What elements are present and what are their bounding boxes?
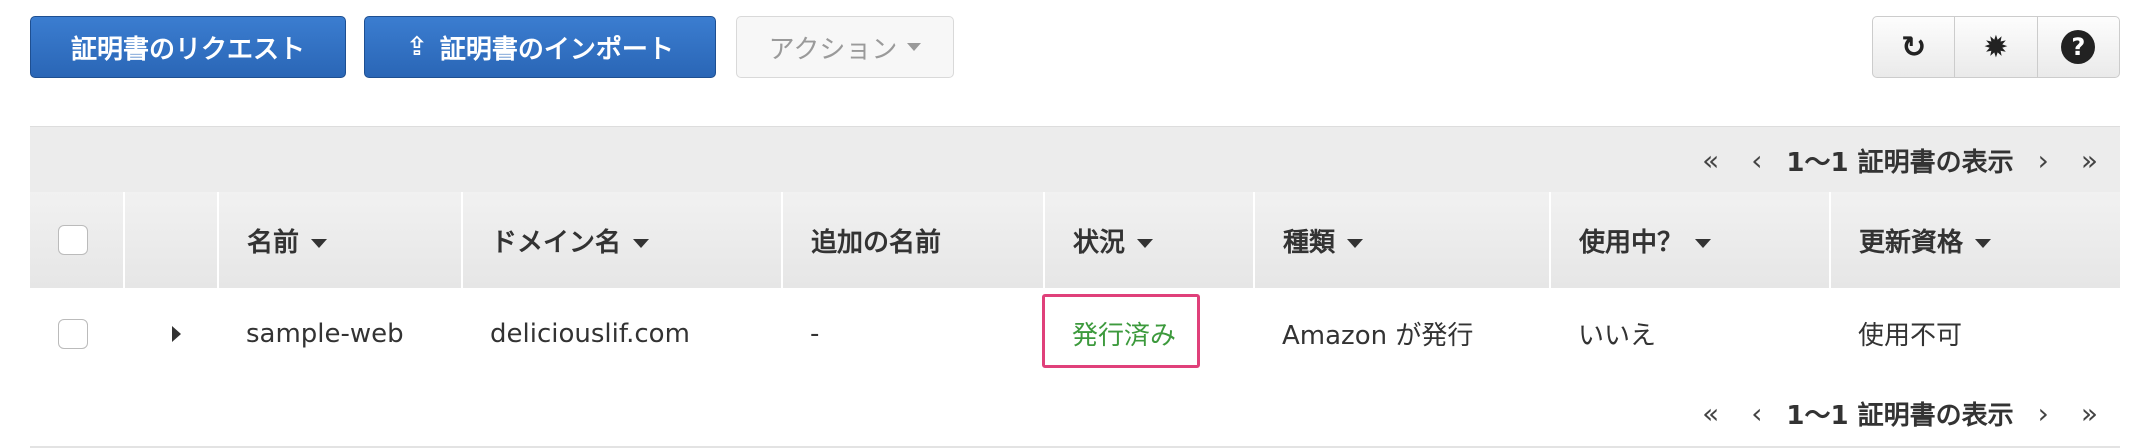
actions-dropdown[interactable]: アクション — [736, 16, 954, 78]
row-select-cell — [30, 288, 124, 381]
upload-icon: ⇪ — [406, 32, 428, 62]
sort-caret-icon — [311, 238, 328, 248]
column-name-label: 名前 — [247, 227, 300, 258]
request-certificate-button[interactable]: 証明書のリクエスト — [30, 16, 346, 78]
cell-additional: - — [782, 288, 1044, 381]
column-domain-label: ドメイン名 — [491, 227, 622, 258]
row-expand-cell[interactable] — [124, 288, 218, 381]
column-header-type[interactable]: 種類 — [1254, 192, 1551, 288]
chevron-down-icon — [907, 43, 922, 51]
refresh-button[interactable]: ↻ — [1873, 17, 1956, 77]
sort-caret-icon — [1347, 238, 1364, 248]
first-page-icon[interactable]: « — [1686, 397, 1735, 430]
cell-name: sample-web — [218, 288, 462, 381]
first-page-icon[interactable]: « — [1686, 144, 1735, 177]
expand-row-icon[interactable] — [172, 325, 181, 342]
table-row[interactable]: sample-web deliciouslif.com - 発行済み Amazo… — [30, 288, 2120, 381]
column-header-renewal[interactable]: 更新資格 — [1830, 192, 2120, 288]
expand-header-cell — [124, 192, 219, 288]
next-page-icon[interactable]: › — [2022, 397, 2065, 430]
column-status-label: 状況 — [1073, 227, 1126, 258]
certificates-table: 名前 ドメイン名 追加の名前 状況 種類 使用中？ 更新資格 sample-we… — [30, 192, 2120, 381]
column-header-domain[interactable]: ドメイン名 — [462, 192, 783, 288]
request-certificate-label: 証明書のリクエスト — [70, 34, 305, 65]
select-all-checkbox[interactable] — [58, 225, 88, 256]
prev-page-icon[interactable]: ‹ — [1735, 397, 1778, 430]
import-certificate-button[interactable]: ⇪ 証明書のインポート — [364, 16, 716, 78]
sort-caret-icon — [1975, 238, 1992, 248]
row-checkbox[interactable] — [58, 319, 88, 349]
pagination-top: « ‹ 1〜1 証明書の表示 › » — [30, 126, 2120, 193]
page-count-label: 1〜1 証明書の表示 — [1786, 400, 2014, 431]
last-page-icon[interactable]: » — [2065, 144, 2120, 177]
settings-button[interactable]: ✹ — [1955, 17, 2038, 77]
cell-type: Amazon が発行 — [1254, 288, 1550, 381]
actions-label: アクション — [768, 34, 898, 65]
toolbar-icons: ↻ ✹ ? — [1872, 16, 2120, 78]
help-button[interactable]: ? — [2038, 17, 2119, 77]
select-all-cell — [30, 192, 125, 288]
import-certificate-label: 証明書のインポート — [439, 34, 674, 65]
highlight-box — [1042, 294, 1200, 368]
refresh-icon: ↻ — [1901, 29, 1927, 65]
column-header-additional: 追加の名前 — [782, 192, 1045, 288]
prev-page-icon[interactable]: ‹ — [1735, 144, 1778, 177]
next-page-icon[interactable]: › — [2022, 144, 2065, 177]
help-icon: ? — [2061, 30, 2096, 64]
cell-renewal: 使用不可 — [1830, 288, 2120, 381]
page-count-label: 1〜1 証明書の表示 — [1786, 147, 2014, 178]
cell-domain: deliciouslif.com — [462, 288, 782, 381]
column-in-use-label: 使用中？ — [1579, 227, 1684, 258]
column-header-name[interactable]: 名前 — [218, 192, 463, 288]
sort-caret-icon — [1695, 238, 1712, 248]
column-additional-label: 追加の名前 — [811, 227, 942, 258]
cell-in-use: いいえ — [1550, 288, 1830, 381]
column-header-in-use[interactable]: 使用中？ — [1550, 192, 1831, 288]
gear-icon: ✹ — [1983, 29, 2009, 65]
table-header-row: 名前 ドメイン名 追加の名前 状況 種類 使用中？ 更新資格 — [30, 192, 2120, 288]
last-page-icon[interactable]: » — [2065, 397, 2120, 430]
pagination-bottom: « ‹ 1〜1 証明書の表示 › » — [30, 380, 2120, 448]
column-type-label: 種類 — [1283, 227, 1336, 258]
sort-caret-icon — [633, 238, 650, 248]
cell-status: 発行済み — [1042, 288, 1254, 381]
column-renewal-label: 更新資格 — [1859, 227, 1964, 258]
column-header-status[interactable]: 状況 — [1044, 192, 1255, 288]
sort-caret-icon — [1137, 238, 1154, 248]
